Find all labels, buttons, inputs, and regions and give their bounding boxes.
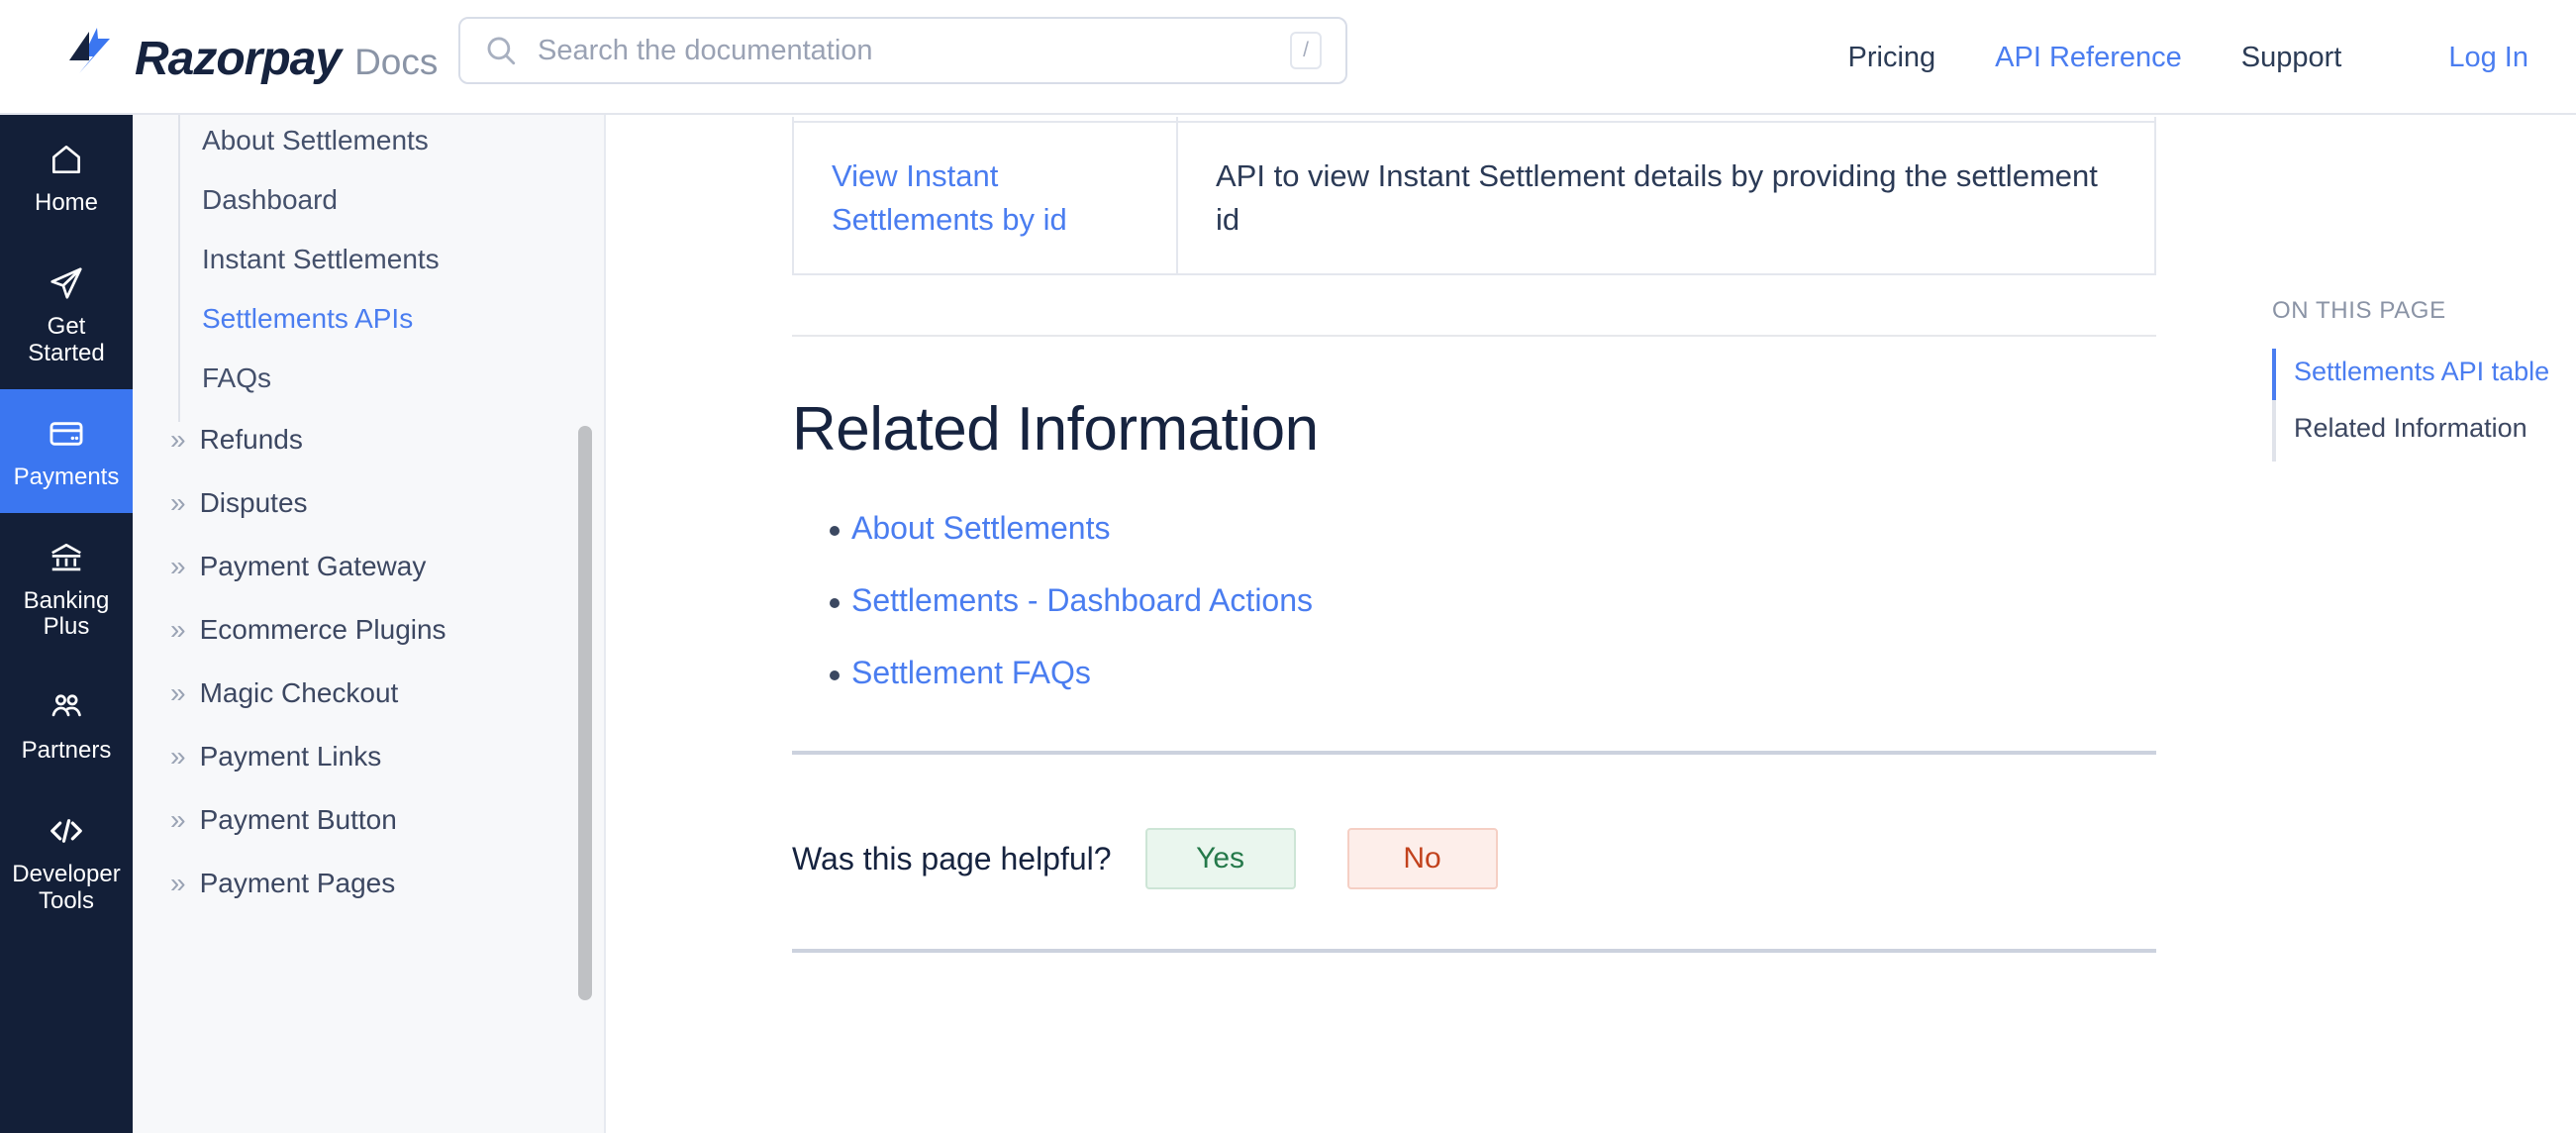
- primary-sidebar-rail: Home Get Started Payments: [0, 115, 133, 1133]
- code-brackets-icon: [48, 812, 85, 850]
- sidenav-group-magic-checkout[interactable]: » Magic Checkout: [133, 662, 604, 725]
- rail-label-banking-plus: Banking Plus: [24, 588, 110, 642]
- sidenav-group-payment-pages[interactable]: » Payment Pages: [133, 852, 604, 915]
- nav-api-reference[interactable]: API Reference: [1995, 42, 2182, 74]
- rail-item-payments[interactable]: Payments: [0, 389, 133, 513]
- search-shortcut-key: /: [1290, 32, 1322, 69]
- feedback-no-button[interactable]: No: [1347, 828, 1498, 889]
- sidenav-group-label: Ecommerce Plugins: [200, 614, 446, 646]
- razorpay-logo-icon: [67, 27, 121, 74]
- chevron-double-right-icon: »: [170, 553, 184, 580]
- credit-card-icon: [48, 415, 85, 453]
- paper-plane-icon: [48, 264, 85, 302]
- settlements-subgroup: About Settlements Dashboard Instant Sett…: [133, 115, 604, 408]
- list-item: Settlements - Dashboard Actions: [830, 582, 2576, 619]
- toc-item-settlements-api-table[interactable]: Settlements API table: [2294, 349, 2569, 405]
- sidenav-group-label: Refunds: [200, 424, 303, 456]
- rail-label-get-started: Get Started: [6, 314, 127, 367]
- settlements-api-table: View Instant Settlements by id API to vi…: [792, 117, 2156, 275]
- sidenav-group-label: Payment Gateway: [200, 551, 427, 582]
- feedback-divider-top: [792, 751, 2156, 755]
- docs-page: Razorpay Docs Search the documentation /…: [0, 0, 2576, 1133]
- chevron-double-right-icon: »: [170, 616, 184, 644]
- rail-label-developer-tools: Developer Tools: [12, 862, 120, 915]
- search-box[interactable]: Search the documentation /: [458, 17, 1347, 84]
- toc-item-related-information[interactable]: Related Information: [2294, 405, 2569, 462]
- feedback-section: Was this page helpful? Yes No: [792, 828, 2576, 889]
- sidenav-group-payment-links[interactable]: » Payment Links: [133, 725, 604, 788]
- sidenav-group-ecommerce-plugins[interactable]: » Ecommerce Plugins: [133, 598, 604, 662]
- sidenav-group-label: Payment Button: [200, 804, 397, 836]
- related-link-about-settlements[interactable]: About Settlements: [851, 510, 1110, 546]
- sidenav-item-instant-settlements[interactable]: Instant Settlements: [180, 230, 604, 289]
- sidenav-group-label: Magic Checkout: [200, 677, 399, 709]
- rail-item-developer-tools[interactable]: Developer Tools: [0, 786, 133, 937]
- sidenav-group-label: Payment Pages: [200, 868, 396, 899]
- feedback-question: Was this page helpful?: [792, 841, 1112, 877]
- nav-pricing[interactable]: Pricing: [1848, 42, 1936, 74]
- sidenav-group-label: Disputes: [200, 487, 308, 519]
- main-content: View Instant Settlements by id API to vi…: [606, 117, 2576, 1133]
- sidenav-group-payment-gateway[interactable]: » Payment Gateway: [133, 535, 604, 598]
- nav-support[interactable]: Support: [2241, 42, 2342, 74]
- feedback-divider-bottom: [792, 949, 2156, 953]
- people-icon: [48, 688, 85, 726]
- sidebar-scrollbar[interactable]: [578, 115, 592, 1133]
- brand-name: Razorpay: [135, 32, 341, 86]
- sidenav-group-label: Payment Links: [200, 741, 382, 772]
- brand-suffix: Docs: [354, 42, 438, 83]
- rail-item-banking-plus[interactable]: Banking Plus: [0, 513, 133, 664]
- section-divider-top: [792, 335, 2156, 337]
- sidenav-group-refunds[interactable]: » Refunds: [133, 408, 604, 471]
- chevron-double-right-icon: »: [170, 426, 184, 454]
- top-header: Razorpay Docs Search the documentation /…: [0, 0, 2576, 115]
- rail-label-partners: Partners: [22, 738, 112, 765]
- table-cell-api-description: API to view Instant Settlement details b…: [1177, 122, 2155, 274]
- on-this-page-list: Settlements API table Related Informatio…: [2272, 349, 2569, 462]
- rail-label-payments: Payments: [14, 464, 120, 491]
- chevron-double-right-icon: »: [170, 679, 184, 707]
- top-navigation: Pricing API Reference Support Log In: [1848, 0, 2528, 115]
- sidenav-item-settlements-apis[interactable]: Settlements APIs: [180, 289, 604, 349]
- search-icon: [484, 34, 518, 67]
- list-item: About Settlements: [830, 510, 2576, 547]
- table-cell-api-name[interactable]: View Instant Settlements by id: [832, 158, 1067, 237]
- chevron-double-right-icon: »: [170, 743, 184, 771]
- related-link-settlement-faqs[interactable]: Settlement FAQs: [851, 655, 1091, 690]
- sidenav-group-payment-button[interactable]: » Payment Button: [133, 788, 604, 852]
- on-this-page-active-marker: [2272, 349, 2276, 400]
- table-row: View Instant Settlements by id API to vi…: [793, 122, 2155, 274]
- search-input[interactable]: Search the documentation: [538, 35, 1290, 67]
- sidenav-item-dashboard[interactable]: Dashboard: [180, 170, 604, 230]
- rail-item-partners[interactable]: Partners: [0, 663, 133, 786]
- sidenav-item-faqs[interactable]: FAQs: [180, 349, 604, 408]
- rail-label-home: Home: [35, 190, 98, 217]
- rail-item-home[interactable]: Home: [0, 115, 133, 239]
- chevron-double-right-icon: »: [170, 806, 184, 834]
- sidenav-group-disputes[interactable]: » Disputes: [133, 471, 604, 535]
- sidebar-scrollbar-thumb[interactable]: [578, 426, 592, 1000]
- chevron-double-right-icon: »: [170, 489, 184, 517]
- home-icon: [48, 141, 85, 178]
- list-item: Settlement FAQs: [830, 655, 2576, 691]
- brand-logo-link[interactable]: Razorpay Docs: [67, 27, 438, 86]
- on-this-page-title: ON THIS PAGE: [2272, 297, 2569, 325]
- doc-body: View Instant Settlements by id API to vi…: [606, 117, 2576, 953]
- chevron-double-right-icon: »: [170, 870, 184, 897]
- on-this-page-panel: ON THIS PAGE Settlements API table Relat…: [2272, 297, 2569, 462]
- secondary-sidebar: About Settlements Dashboard Instant Sett…: [133, 115, 606, 1133]
- rail-item-get-started[interactable]: Get Started: [0, 239, 133, 389]
- related-link-dashboard-actions[interactable]: Settlements - Dashboard Actions: [851, 582, 1313, 618]
- feedback-yes-button[interactable]: Yes: [1145, 828, 1296, 889]
- bank-icon: [48, 539, 85, 576]
- login-button[interactable]: Log In: [2448, 42, 2528, 74]
- sidenav-item-about-settlements[interactable]: About Settlements: [180, 115, 604, 170]
- related-links-list: About Settlements Settlements - Dashboar…: [792, 510, 2576, 691]
